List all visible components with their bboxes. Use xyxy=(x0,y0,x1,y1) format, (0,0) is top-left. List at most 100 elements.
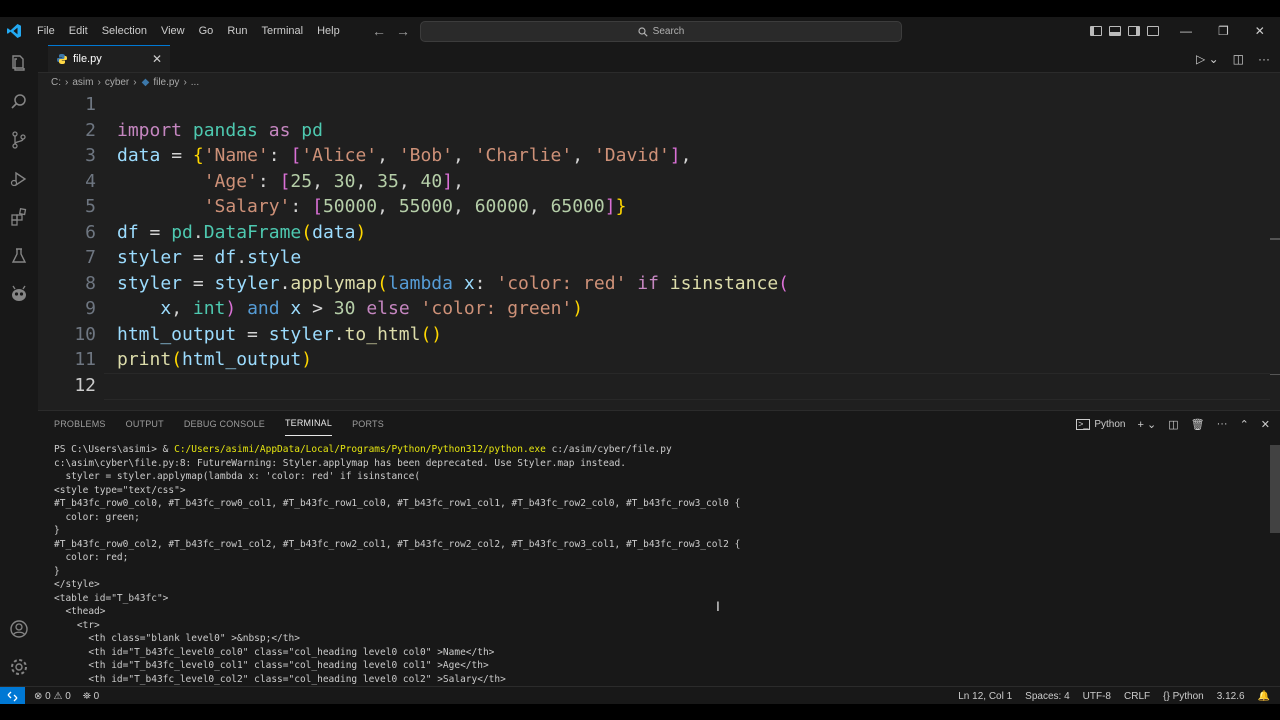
settings-gear-icon[interactable] xyxy=(7,655,31,679)
panel-actions: >_ Python + ⌄ ◫ 🗑 ··· ⌃ ✕ xyxy=(1076,411,1270,437)
more-actions-icon[interactable]: ··· xyxy=(1258,52,1270,66)
status-left: ⊗ 0 ⚠ 0 ⛯ 0 xyxy=(34,691,99,702)
top-letterbox xyxy=(0,0,1280,17)
toggle-primary-sidebar-icon[interactable] xyxy=(1090,26,1102,36)
remote-explorer-alien-icon[interactable] xyxy=(7,282,31,306)
explorer-icon[interactable] xyxy=(7,51,31,75)
terminal-line: <th class="blank level0" >&nbsp;</th> xyxy=(54,633,300,644)
maximize-panel-icon[interactable]: ⌃ xyxy=(1240,418,1249,431)
breadcrumb-symbols[interactable]: ... xyxy=(191,77,199,88)
python-file-icon xyxy=(57,54,67,64)
tab-ports[interactable]: PORTS xyxy=(352,411,384,437)
line-text: styler = df.style xyxy=(117,247,302,268)
terminal-scrollbar[interactable] xyxy=(1270,445,1280,533)
ports-status[interactable]: ⛯ 0 xyxy=(83,691,99,702)
end-of-line[interactable]: CRLF xyxy=(1124,691,1150,702)
toggle-panel-icon[interactable] xyxy=(1109,26,1121,36)
terminal-line: </style> xyxy=(54,579,100,590)
navigation-arrows: ← → xyxy=(372,17,410,45)
kill-terminal-trash-icon[interactable]: 🗑 xyxy=(1191,418,1205,431)
minimize-icon[interactable]: — xyxy=(1180,24,1192,38)
close-panel-icon[interactable]: ✕ xyxy=(1261,418,1270,431)
status-bar: ⊗ 0 ⚠ 0 ⛯ 0 Ln 12, Col 1 Spaces: 4 UTF-8… xyxy=(0,686,1280,705)
split-editor-icon[interactable]: ◫ xyxy=(1233,52,1244,66)
menu-help[interactable]: Help xyxy=(310,17,347,45)
line-number: 6 xyxy=(85,221,96,243)
editor-scrollbar-marker xyxy=(1270,238,1280,240)
restore-icon[interactable]: ❐ xyxy=(1218,24,1229,38)
breadcrumb-folder-cyber[interactable]: cyber xyxy=(105,77,129,88)
tab-problems[interactable]: PROBLEMS xyxy=(54,411,106,437)
menu-selection[interactable]: Selection xyxy=(95,17,154,45)
problems-status[interactable]: ⊗ 0 ⚠ 0 xyxy=(34,691,71,702)
line-number: 9 xyxy=(85,298,96,319)
account-icon[interactable] xyxy=(7,617,31,641)
back-arrow-icon[interactable]: ← xyxy=(372,23,386,39)
window-controls: — ❐ ✕ xyxy=(1180,17,1265,45)
activity-bar xyxy=(0,45,38,686)
line-text: df = pd.DataFrame(data) xyxy=(117,221,367,243)
line-number: 3 xyxy=(85,145,96,166)
menu-go[interactable]: Go xyxy=(192,17,221,45)
line-text: 'Salary': [50000, 55000, 60000, 65000]} xyxy=(203,196,627,217)
run-python-file-icon[interactable]: ▷ ⌄ xyxy=(1196,52,1219,66)
menu-run[interactable]: Run xyxy=(220,17,254,45)
new-terminal-icon[interactable]: + ⌄ xyxy=(1137,418,1156,431)
notifications-bell-icon[interactable]: 🔔 xyxy=(1258,691,1270,702)
ports-count: 0 xyxy=(93,690,100,702)
menu-edit[interactable]: Edit xyxy=(62,17,95,45)
text-cursor-icon: I xyxy=(716,598,720,614)
remote-indicator-icon[interactable] xyxy=(0,687,25,705)
line-text: html_output = styler.to_html() xyxy=(117,323,443,345)
customize-layout-icon[interactable] xyxy=(1147,26,1159,36)
command-center-search[interactable]: Search xyxy=(420,21,902,42)
close-tab-icon[interactable]: ✕ xyxy=(152,52,162,66)
cursor-position[interactable]: Ln 12, Col 1 xyxy=(958,691,1012,702)
line-text: print(html_output) xyxy=(117,349,313,370)
split-terminal-icon[interactable]: ◫ xyxy=(1168,418,1178,431)
indentation[interactable]: Spaces: 4 xyxy=(1025,691,1069,702)
code-editor[interactable]: 1 2 import pandas as pd 3 data = {'Name': … xyxy=(38,92,1270,410)
editor-tabs: file.py ✕ ▷ ⌄ ◫ ··· xyxy=(38,45,1280,73)
tab-terminal[interactable]: TERMINAL xyxy=(284,411,333,436)
menu-bar: File Edit Selection View Go Run Terminal… xyxy=(30,17,347,45)
menu-terminal[interactable]: Terminal xyxy=(255,17,311,45)
chevron-right-icon: › xyxy=(65,76,69,88)
search-icon xyxy=(638,26,648,37)
extensions-icon[interactable] xyxy=(7,205,31,229)
source-control-icon[interactable] xyxy=(7,128,31,152)
terminal-shell-label[interactable]: Python xyxy=(1094,419,1125,430)
vscode-window: File Edit Selection View Go Run Terminal… xyxy=(0,0,1280,720)
encoding[interactable]: UTF-8 xyxy=(1083,691,1111,702)
line-text: import pandas as pd xyxy=(117,119,323,141)
chevron-right-icon: › xyxy=(97,76,101,88)
line-number: 11 xyxy=(74,349,96,370)
language-mode[interactable]: {} Python xyxy=(1163,691,1204,702)
tab-output[interactable]: OUTPUT xyxy=(126,411,164,437)
terminal-line: <style type="text/css"> xyxy=(54,484,186,496)
tab-debug-console[interactable]: DEBUG CONSOLE xyxy=(184,411,265,437)
line-number: 4 xyxy=(85,170,96,192)
more-actions-icon[interactable]: ··· xyxy=(1217,418,1228,430)
line-text: x, int) and x > 30 else 'color: green') xyxy=(117,298,584,319)
breadcrumb-folder-asim[interactable]: asim xyxy=(72,77,93,88)
error-icon: ⊗ xyxy=(34,690,43,702)
tab-file-py[interactable]: file.py ✕ xyxy=(48,45,170,72)
python-version[interactable]: 3.12.6 xyxy=(1217,691,1245,702)
toggle-secondary-sidebar-icon[interactable] xyxy=(1128,26,1140,36)
terminal-output[interactable]: PS C:\Users\asimi> & C:/Users/asimi/AppD… xyxy=(54,443,1254,686)
menu-view[interactable]: View xyxy=(154,17,192,45)
terminal-command-arg: c:/asim/cyber/file.py xyxy=(545,444,672,455)
terminal-line: <tr> xyxy=(54,619,100,631)
testing-flask-icon[interactable] xyxy=(7,244,31,268)
close-window-icon[interactable]: ✕ xyxy=(1255,24,1265,38)
warning-icon: ⚠ xyxy=(53,690,63,702)
layout-controls xyxy=(1090,17,1159,45)
breadcrumb-file[interactable]: file.py xyxy=(153,77,179,88)
terminal-line: styler = styler.applymap(lambda x: 'colo… xyxy=(54,471,421,482)
forward-arrow-icon[interactable]: → xyxy=(396,23,410,39)
search-sidebar-icon[interactable] xyxy=(7,90,31,114)
breadcrumb-drive[interactable]: C: xyxy=(51,77,61,88)
menu-file[interactable]: File xyxy=(30,17,62,45)
run-debug-icon[interactable] xyxy=(7,167,31,191)
